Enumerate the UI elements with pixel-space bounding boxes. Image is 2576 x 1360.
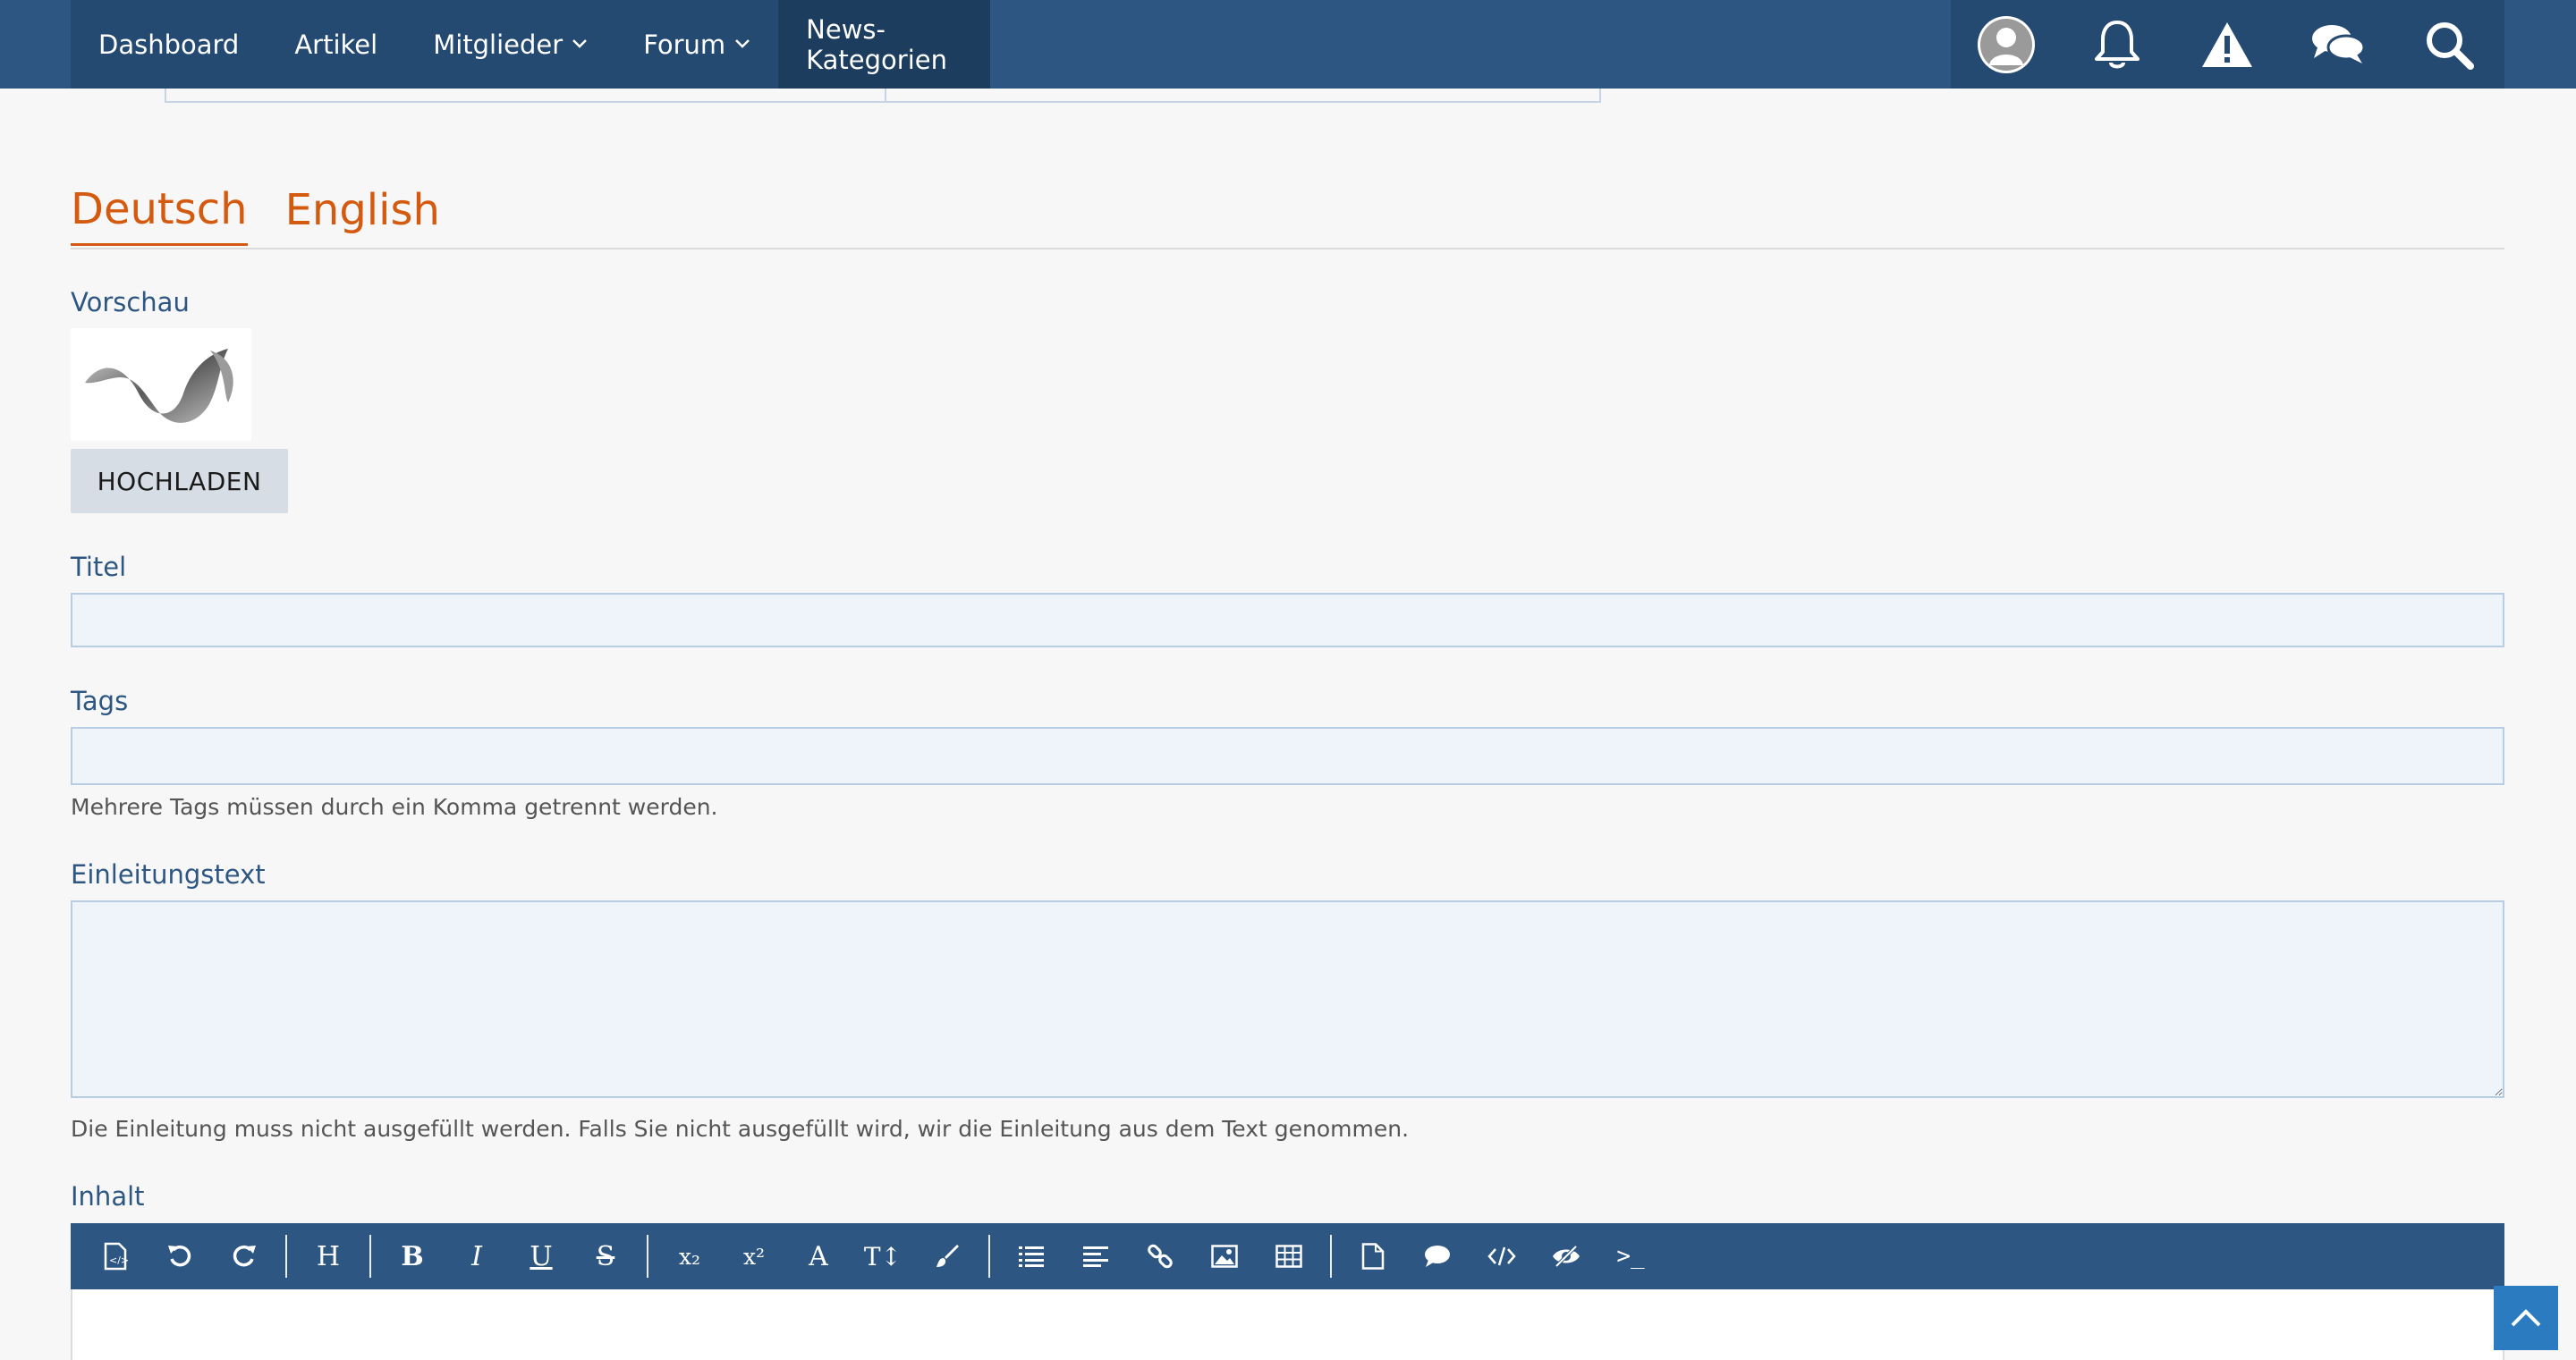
preview-toggle-icon[interactable] bbox=[1534, 1223, 1598, 1289]
preview-label: Vorschau bbox=[71, 287, 190, 317]
comment-icon[interactable] bbox=[1405, 1223, 1470, 1289]
strikethrough-button[interactable]: S bbox=[573, 1223, 638, 1289]
heading-button[interactable]: H bbox=[296, 1223, 360, 1289]
nav-item-label: Artikel bbox=[294, 29, 378, 60]
toolbar-separator bbox=[988, 1235, 990, 1278]
nav-item-mitglieder[interactable]: Mitglieder bbox=[405, 0, 615, 89]
wave-logo-icon bbox=[85, 349, 233, 423]
nav-item-dashboard[interactable]: Dashboard bbox=[71, 0, 267, 89]
toolbar-separator bbox=[647, 1235, 648, 1278]
brush-icon[interactable] bbox=[915, 1223, 979, 1289]
tags-help-text: Mehrere Tags müssen durch ein Komma getr… bbox=[71, 794, 718, 820]
nav-item-artikel[interactable]: Artikel bbox=[267, 0, 405, 89]
tab-deutsch[interactable]: Deutsch bbox=[71, 174, 248, 246]
list-icon[interactable] bbox=[999, 1223, 1063, 1289]
tags-input[interactable] bbox=[71, 727, 2504, 785]
chat-icon[interactable] bbox=[2307, 13, 2369, 76]
font-button[interactable]: A bbox=[786, 1223, 851, 1289]
tags-label: Tags bbox=[71, 686, 129, 716]
nav-item-label: Mitglieder bbox=[433, 29, 564, 60]
intro-help-text: Die Einleitung muss nicht ausgefüllt wer… bbox=[71, 1116, 1410, 1142]
code-icon[interactable] bbox=[1470, 1223, 1534, 1289]
editor-content-area[interactable] bbox=[71, 1289, 2504, 1360]
table-edge bbox=[165, 89, 1601, 103]
tab-english[interactable]: English bbox=[285, 174, 440, 246]
scroll-to-top-button[interactable] bbox=[2494, 1286, 2558, 1350]
chevron-up-icon bbox=[2511, 1309, 2541, 1327]
bold-button[interactable]: B bbox=[380, 1223, 445, 1289]
title-label: Titel bbox=[71, 552, 127, 582]
document-icon[interactable] bbox=[1341, 1223, 1405, 1289]
nav-item-forum[interactable]: Forum bbox=[615, 0, 778, 89]
underline-button[interactable]: U bbox=[509, 1223, 573, 1289]
content-label: Inhalt bbox=[71, 1181, 145, 1212]
intro-textarea[interactable] bbox=[71, 900, 2504, 1098]
bell-icon[interactable] bbox=[2086, 13, 2148, 76]
nav-item-news-kategorien[interactable]: News-Kategorien bbox=[778, 0, 990, 89]
align-left-icon[interactable] bbox=[1063, 1223, 1128, 1289]
table-icon[interactable] bbox=[1257, 1223, 1321, 1289]
top-navigation-bar: Dashboard Artikel Mitglieder Forum News-… bbox=[0, 0, 2576, 89]
italic-button[interactable]: I bbox=[445, 1223, 509, 1289]
redo-icon[interactable] bbox=[212, 1223, 276, 1289]
source-code-icon[interactable]: </> bbox=[83, 1223, 148, 1289]
image-icon[interactable] bbox=[1192, 1223, 1257, 1289]
superscript-button[interactable]: x² bbox=[722, 1223, 786, 1289]
font-size-button[interactable]: T↕ bbox=[851, 1223, 915, 1289]
chevron-down-icon bbox=[734, 35, 750, 54]
title-input[interactable] bbox=[71, 593, 2504, 647]
chevron-down-icon bbox=[572, 35, 588, 54]
toolbar-separator bbox=[1330, 1235, 1332, 1278]
language-tabs: Deutsch English bbox=[71, 174, 2504, 249]
subscript-button[interactable]: x₂ bbox=[657, 1223, 722, 1289]
undo-icon[interactable] bbox=[148, 1223, 212, 1289]
nav-item-label: Forum bbox=[643, 29, 726, 60]
editor-toolbar: </> H B I U S x₂ x² A T↕ >_ bbox=[71, 1223, 2504, 1289]
terminal-button[interactable]: >_ bbox=[1598, 1223, 1663, 1289]
main-nav: Dashboard Artikel Mitglieder Forum News-… bbox=[71, 0, 990, 89]
intro-label: Einleitungstext bbox=[71, 859, 266, 890]
toolbar-separator bbox=[285, 1235, 287, 1278]
svg-text:</>: </> bbox=[109, 1254, 128, 1266]
link-icon[interactable] bbox=[1128, 1223, 1192, 1289]
user-nav bbox=[1951, 0, 2504, 89]
avatar-icon[interactable] bbox=[1975, 13, 2038, 76]
upload-button[interactable]: HOCHLADEN bbox=[71, 449, 288, 513]
preview-image bbox=[71, 328, 251, 441]
toolbar-separator bbox=[369, 1235, 371, 1278]
search-icon[interactable] bbox=[2418, 13, 2480, 76]
warning-icon[interactable] bbox=[2196, 13, 2258, 76]
nav-item-label: Dashboard bbox=[98, 29, 240, 60]
nav-item-label: News-Kategorien bbox=[806, 13, 947, 75]
